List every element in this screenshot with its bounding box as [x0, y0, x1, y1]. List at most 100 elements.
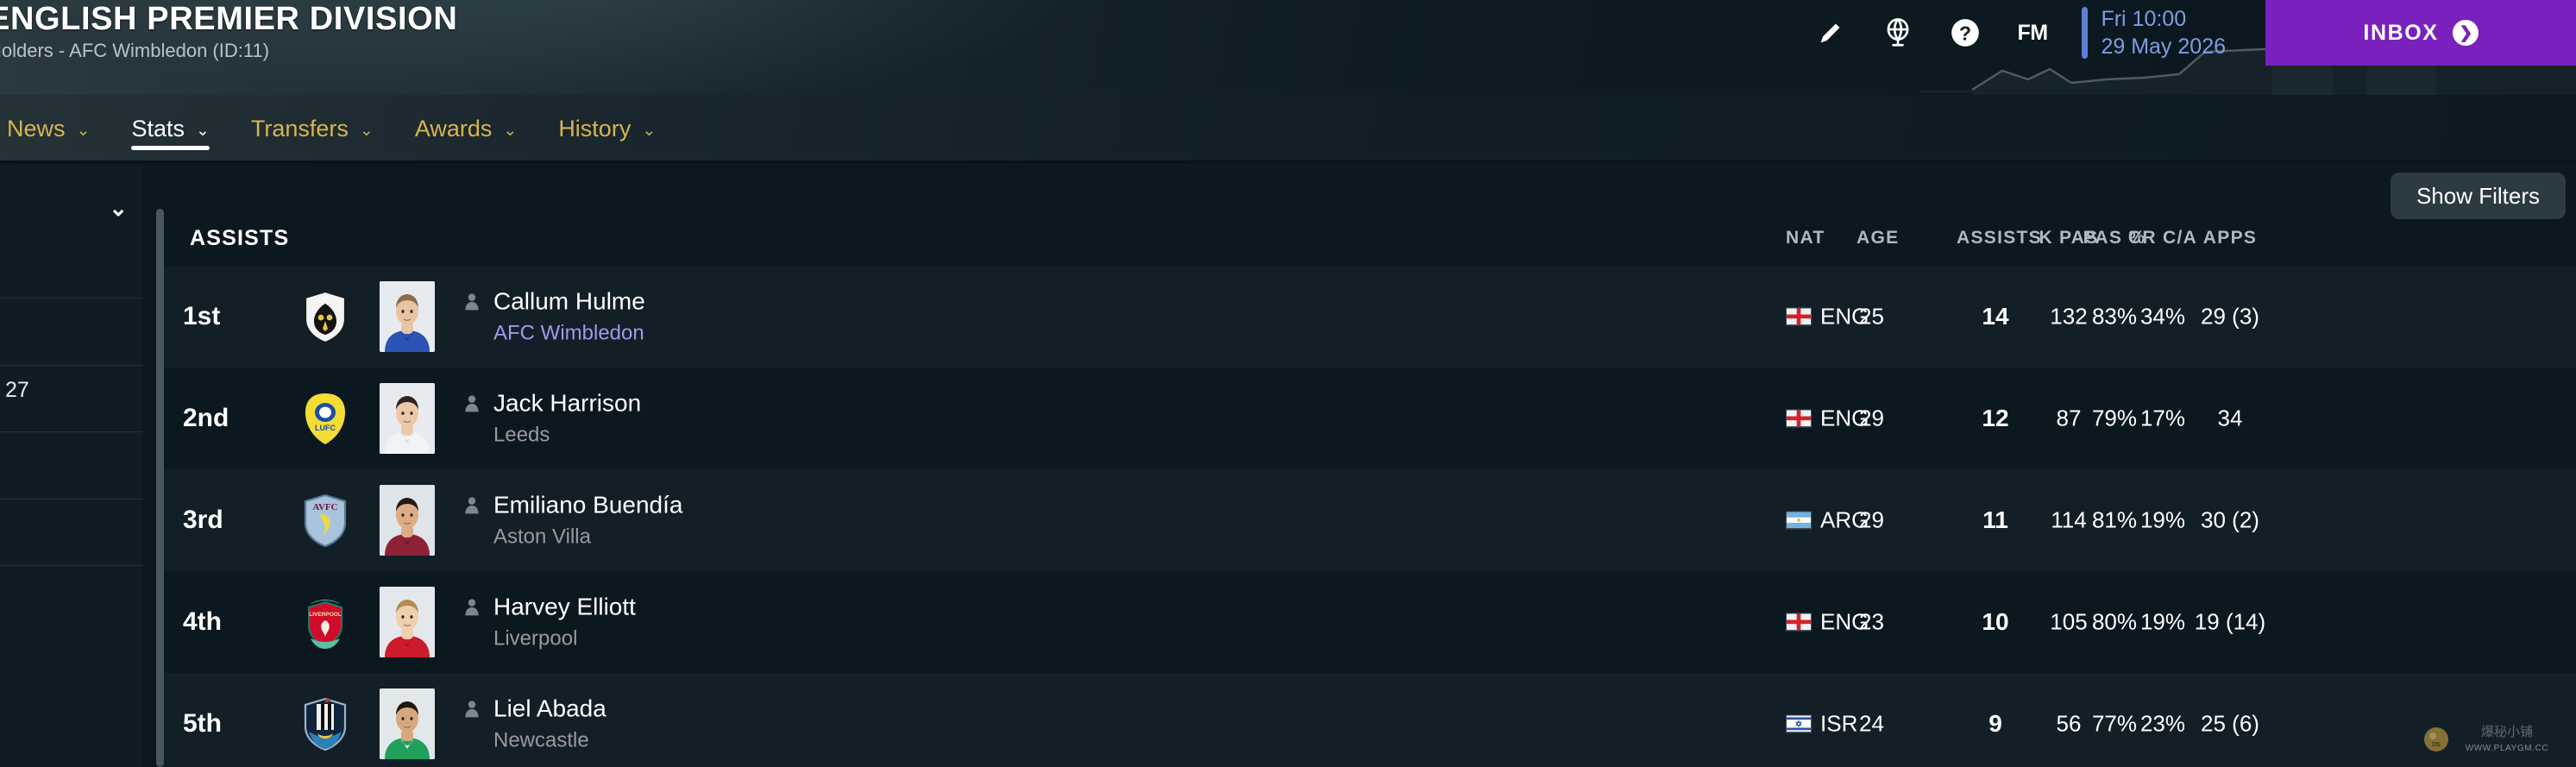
person-icon: [462, 393, 482, 414]
club-badge-icon[interactable]: LUFC: [302, 392, 349, 445]
table-row[interactable]: 5th Liel Abada Newcastle ISR 24 9 56 77% 23% 25 (…: [164, 673, 2576, 767]
column-header-assists[interactable]: ASSISTS: [1957, 228, 2041, 248]
tabbar-divider: [0, 160, 2576, 162]
table-row[interactable]: 3rd AVFC Emiliano Buendía Aston Villa ARG 29 1…: [164, 469, 2576, 571]
cell-apps: 25 (6): [2201, 710, 2259, 737]
chevron-down-icon[interactable]: ⌄: [109, 197, 128, 219]
svg-text:FM: FM: [2018, 21, 2048, 45]
player-name-block: Jack Harrison Leeds: [462, 390, 641, 446]
player-name-block: Liel Abada Newcastle: [462, 695, 606, 751]
cell-assists: 9: [1989, 710, 2002, 737]
clock-date: 29 May 2026: [2101, 35, 2226, 59]
rank-label: 5th: [183, 709, 222, 738]
rank-label: 1st: [183, 302, 221, 330]
player-portrait[interactable]: [380, 281, 435, 352]
table-row[interactable]: 4th LIVERPOOL Harvey Elliott Liverpool ENG 23…: [164, 571, 2576, 673]
person-icon: [462, 292, 482, 312]
rank-label: 3rd: [183, 506, 223, 534]
svg-text:?: ?: [1959, 22, 1971, 45]
nationality-flag-icon: [1786, 714, 1812, 733]
player-name-link[interactable]: Harvey Elliott: [493, 594, 636, 619]
column-header-nat[interactable]: NAT: [1786, 228, 1825, 248]
nationality-flag-icon: [1786, 511, 1812, 530]
player-name-link[interactable]: Callum Hulme: [493, 288, 645, 314]
panel-divider: [0, 298, 143, 299]
tab-label: History: [558, 115, 631, 141]
club-badge-icon[interactable]: [302, 290, 349, 344]
cell-age: 25: [1859, 303, 1884, 330]
player-portrait[interactable]: [380, 688, 435, 759]
header-actions: ? FM Fri 10:00 29 May 2026 INBOX ❯: [1797, 0, 2576, 66]
show-filters-button[interactable]: Show Filters: [2390, 173, 2566, 219]
panel-divider: [0, 499, 143, 500]
inbox-button[interactable]: INBOX ❯: [2265, 0, 2576, 66]
nationality-flag-icon: [1786, 613, 1812, 632]
fm-logo-icon[interactable]: FM: [1999, 0, 2066, 66]
person-icon: [462, 495, 482, 516]
player-name-block: Callum Hulme AFC Wimbledon: [462, 288, 645, 344]
cell-age: 29: [1859, 506, 1884, 533]
player-name-link[interactable]: Emiliano Buendía: [493, 492, 682, 518]
stats-main-panel: Show Filters ASSISTS NAT AGE ASSISTS K PAS P…: [164, 164, 2576, 767]
club-badge-icon[interactable]: LIVERPOOL: [302, 595, 349, 649]
table-row[interactable]: 2nd LUFC Jack Harrison Leeds ENG 29 12 87 79% 17%…: [164, 368, 2576, 469]
inbox-label: INBOX: [2363, 20, 2439, 45]
table-header-row: ASSISTS NAT AGE ASSISTS K PAS PAS % CR C/A APP…: [164, 226, 2576, 259]
help-icon[interactable]: ?: [1932, 0, 1999, 66]
chevron-right-icon: ❯: [2452, 20, 2479, 46]
globe-icon[interactable]: [1864, 0, 1932, 66]
player-portrait[interactable]: [380, 587, 435, 657]
pencil-icon[interactable]: [1797, 0, 1864, 66]
table-row[interactable]: 1st Callum Hulme AFC Wimbledon ENG 25 14 132 83…: [164, 266, 2576, 368]
club-badge-icon[interactable]: AVFC: [302, 494, 349, 548]
team-name-link[interactable]: Liverpool: [493, 627, 636, 651]
column-header-age[interactable]: AGE: [1857, 228, 1899, 248]
panel-divider: [0, 365, 143, 366]
tab-awards[interactable]: Awards ⌄: [394, 95, 537, 162]
page-title: ENGLISH PREMIER DIVISION: [0, 1, 458, 37]
cell-apps: 30 (2): [2201, 506, 2259, 533]
team-name-link[interactable]: Aston Villa: [493, 525, 682, 549]
player-portrait[interactable]: [380, 383, 435, 454]
svg-text:AVFC: AVFC: [312, 502, 337, 512]
chevron-down-icon: ⌄: [76, 121, 91, 140]
svg-text:LUFC: LUFC: [315, 424, 336, 432]
cell-assists: 10: [1982, 608, 2009, 635]
tab-label: Awards: [414, 115, 493, 141]
chevron-down-icon: ⌄: [359, 121, 374, 140]
app-header: ENGLISH PREMIER DIVISION Holders - AFC W…: [0, 0, 2576, 95]
cell-assists: 12: [1982, 405, 2009, 431]
team-name-link[interactable]: Newcastle: [493, 729, 606, 752]
table-section-title: ASSISTS: [190, 226, 290, 250]
panel-scrollbar[interactable]: [156, 209, 164, 767]
tab-news[interactable]: News ⌄: [0, 95, 110, 162]
tab-label: Stats: [131, 115, 185, 141]
tab-label: News: [7, 115, 66, 141]
tab-transfers[interactable]: Transfers ⌄: [230, 95, 394, 162]
player-name-block: Harvey Elliott Liverpool: [462, 594, 636, 650]
cell-apps: 19 (14): [2194, 608, 2266, 635]
fm-screen: ENGLISH PREMIER DIVISION Holders - AFC W…: [0, 0, 2576, 767]
cell-apps: 34: [2217, 405, 2243, 431]
cell-age: 24: [1859, 710, 1884, 737]
team-name-link[interactable]: Leeds: [493, 424, 641, 447]
person-icon: [462, 597, 482, 618]
cell-assists: 11: [1982, 506, 2008, 533]
player-name-link[interactable]: Liel Abada: [493, 695, 606, 721]
cell-apps: 29 (3): [2201, 303, 2259, 330]
cell-nat: ISR: [1820, 710, 1858, 737]
team-name-link[interactable]: AFC Wimbledon: [493, 322, 645, 345]
page-subtitle: Holders - AFC Wimbledon (ID:11): [0, 40, 270, 61]
column-header-apps[interactable]: APPS: [2183, 228, 2278, 248]
player-name-link[interactable]: Jack Harrison: [493, 390, 641, 416]
tab-stats[interactable]: Stats ⌄: [110, 95, 229, 162]
nationality-flag-icon: [1786, 409, 1812, 428]
club-badge-icon[interactable]: [302, 697, 349, 751]
panel-divider: [0, 431, 143, 432]
game-clock: Fri 10:00 29 May 2026: [2082, 0, 2226, 66]
panel-divider: [0, 565, 143, 566]
tab-history[interactable]: History ⌄: [537, 95, 676, 162]
chevron-down-icon: ⌄: [503, 121, 518, 140]
player-portrait[interactable]: [380, 485, 435, 556]
rank-label: 2nd: [183, 404, 229, 432]
